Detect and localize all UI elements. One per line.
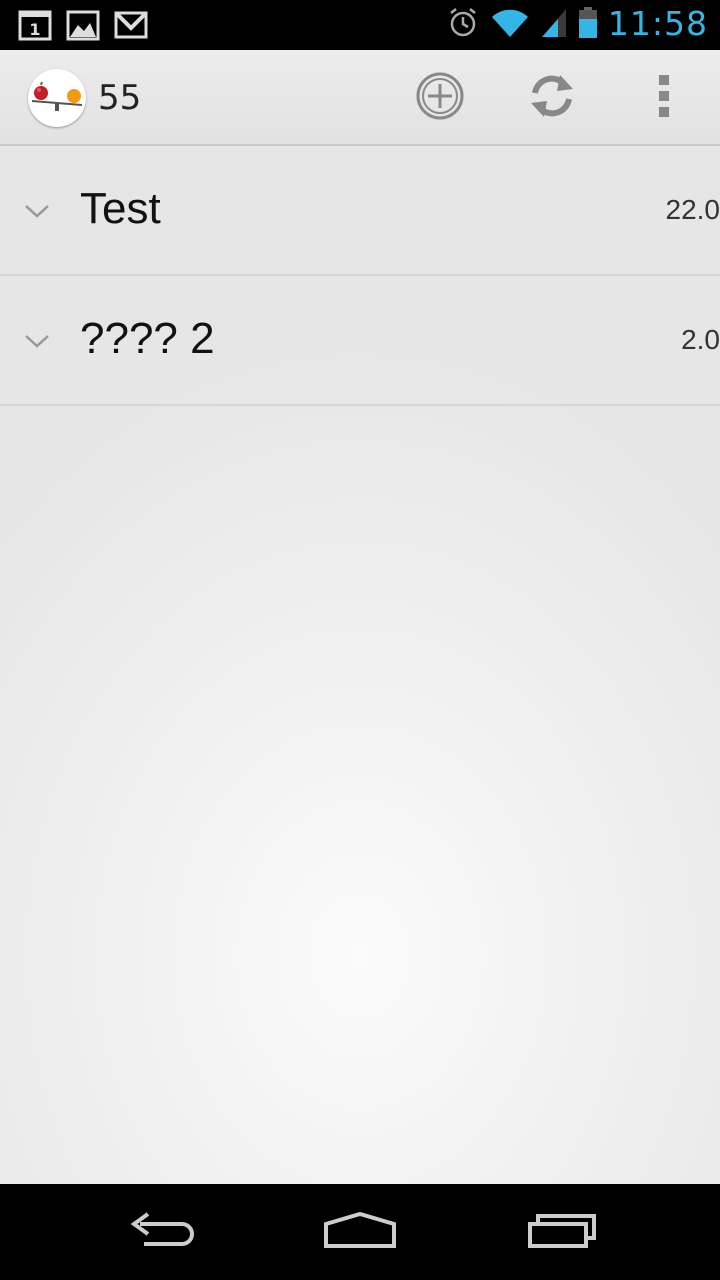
gallery-icon: [66, 9, 100, 41]
gmail-icon: [114, 9, 148, 41]
chevron-down-icon[interactable]: [22, 196, 52, 226]
item-list: Test 22.0 ???? 2 2.0: [0, 146, 720, 1184]
list-item[interactable]: ???? 2 2.0: [0, 276, 720, 406]
refresh-icon: [527, 71, 577, 125]
system-icons: 11:58: [446, 4, 708, 43]
action-bar: 55: [0, 50, 720, 146]
item-value: 2.0: [681, 324, 720, 355]
refresh-button[interactable]: [526, 72, 578, 124]
notification-icons: 1: [18, 9, 148, 41]
item-value: 22.0: [665, 194, 720, 225]
status-bar: 1 11:58: [0, 0, 720, 50]
list-item[interactable]: Test 22.0: [0, 146, 720, 276]
home-icon: [322, 1210, 398, 1254]
calendar-icon: 1: [18, 9, 52, 41]
add-button[interactable]: [414, 72, 466, 124]
item-name: Test: [80, 184, 161, 233]
overflow-menu-icon: [654, 72, 674, 124]
recents-icon: [526, 1210, 598, 1254]
battery-icon: [578, 5, 598, 43]
recents-button[interactable]: [522, 1206, 602, 1258]
overflow-menu-button[interactable]: [638, 72, 690, 124]
clock: 11:58: [607, 4, 708, 43]
chevron-down-icon[interactable]: [22, 326, 52, 356]
back-button[interactable]: [120, 1206, 200, 1258]
back-icon: [124, 1210, 196, 1254]
alarm-icon: [446, 5, 480, 43]
item-name: ???? 2: [80, 314, 215, 363]
scale-apple-orange-icon[interactable]: [28, 69, 86, 127]
calendar-day: 1: [29, 20, 40, 39]
add-circle-icon: [415, 71, 465, 125]
home-button[interactable]: [320, 1206, 400, 1258]
signal-icon: [540, 5, 568, 43]
navigation-bar: [0, 1184, 720, 1280]
wifi-icon: [490, 5, 530, 43]
app-title: 55: [98, 78, 142, 118]
